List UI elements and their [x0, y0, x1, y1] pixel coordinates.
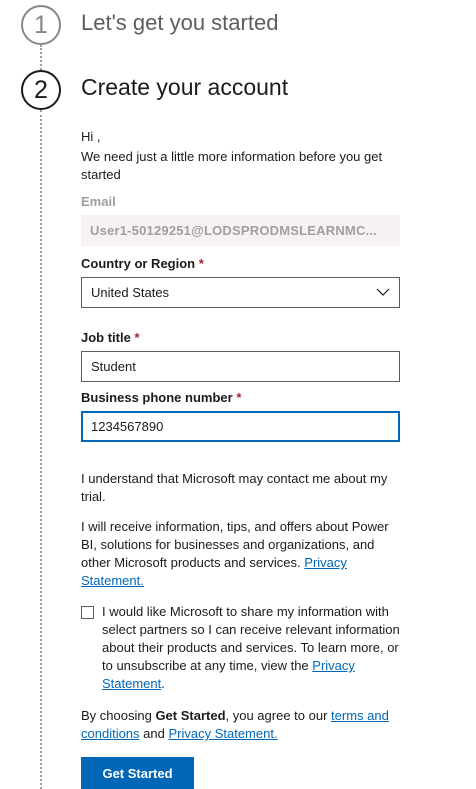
phone-label-text: Business phone number — [81, 390, 233, 405]
required-marker: * — [236, 390, 242, 405]
country-select[interactable]: United States — [81, 277, 400, 308]
step-2-title: Create your account — [81, 74, 289, 100]
contact-notice: I understand that Microsoft may contact … — [81, 471, 388, 504]
agreement-middle: , you agree to our — [225, 708, 332, 723]
step-connector-main — [40, 110, 42, 789]
greeting-text: Hi , — [81, 129, 101, 144]
partner-share-suffix: . — [161, 676, 165, 691]
info-notice: I will receive information, tips, and of… — [81, 518, 401, 590]
phone-value: 1234567890 — [91, 419, 164, 434]
country-label-text: Country or Region — [81, 256, 196, 271]
intro-text: We need just a little more information b… — [81, 149, 383, 182]
chevron-down-icon — [376, 286, 390, 300]
partner-share-label: I would like Microsoft to share my infor… — [102, 604, 400, 673]
agreement-text: By choosing Get Started, you agree to ou… — [81, 707, 401, 743]
required-marker: * — [134, 330, 140, 345]
email-value: User1-50129251@LODSPRODMSLEARNMC... — [90, 223, 377, 238]
agreement-privacy-statement-link[interactable]: Privacy Statement. — [168, 726, 277, 741]
get-started-button[interactable]: Get Started — [81, 757, 194, 789]
phone-input[interactable]: 1234567890 — [81, 411, 400, 442]
step-1-indicator: 1 — [21, 5, 61, 45]
required-marker: * — [198, 256, 204, 271]
country-label: Country or Region * — [81, 256, 401, 271]
job-title-label-text: Job title — [81, 330, 131, 345]
partner-share-text: I would like Microsoft to share my infor… — [102, 603, 401, 693]
job-title-value: Student — [91, 359, 136, 374]
agreement-and: and — [139, 726, 169, 741]
partner-share-option: I would like Microsoft to share my infor… — [81, 603, 401, 693]
job-title-label: Job title * — [81, 330, 401, 345]
partner-share-checkbox[interactable] — [81, 606, 94, 619]
email-field: User1-50129251@LODSPRODMSLEARNMC... — [81, 215, 400, 246]
step-2-indicator: 2 — [21, 70, 61, 110]
create-account-form: Hi , We need just a little more informat… — [81, 128, 401, 789]
step-2-number: 2 — [34, 75, 48, 104]
phone-label: Business phone number * — [81, 390, 401, 405]
country-select-value: United States — [91, 285, 170, 300]
step-1-title: Let's get you started — [81, 10, 279, 35]
agreement-bold: Get Started — [155, 708, 226, 723]
step-1-number: 1 — [34, 10, 48, 39]
agreement-prefix: By choosing — [81, 708, 156, 723]
email-label: Email — [81, 194, 116, 209]
step-connector-top — [40, 45, 42, 70]
job-title-input[interactable]: Student — [81, 351, 400, 382]
